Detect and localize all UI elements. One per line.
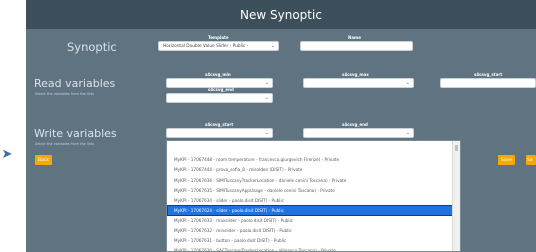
- read-variables-heading: Read variables: [34, 77, 116, 90]
- field-label-max: s4csvg_max: [342, 72, 369, 77]
- template-label: Template: [208, 35, 229, 40]
- field-label-start: s4csvg_start: [474, 72, 503, 77]
- dropdown-option[interactable]: MyKPI - 17067636 - SIMITuscanyTrackerLoc…: [168, 175, 453, 185]
- write-variables-subtitle: Select the variables from the lists: [35, 142, 94, 146]
- template-select-value: Horizontal Double Value Slider - Public …: [163, 43, 249, 49]
- field-label-min: s4csvg_min: [205, 72, 231, 77]
- variable-dropdown-list[interactable]: MyKPI - 17067448 - room temperature - fr…: [166, 140, 461, 252]
- write-label-start: s4csvg_start: [205, 122, 234, 127]
- max-select[interactable]: ⌄: [303, 78, 414, 88]
- read-variables-subtitle: Select the variables from the lists: [35, 92, 94, 96]
- field-label-end: s4csvg_end: [208, 87, 234, 92]
- dropdown-option[interactable]: MyKPI - 17067631 - button - paolo.disit …: [168, 236, 453, 246]
- dropdown-scrollbar[interactable]: [452, 141, 460, 251]
- dropdown-option[interactable]: MyKPI - 17067448 - room temperature - fr…: [168, 155, 453, 165]
- dropdown-option[interactable]: MyKPI - 17067632 - minslider - paolo.dis…: [168, 226, 453, 236]
- chevron-down-icon: ⌄: [270, 43, 275, 49]
- chevron-down-icon: ⌄: [264, 80, 269, 86]
- dropdown-option[interactable]: MyKPI - 17067630 - SACTuscanyTrackerLoca…: [168, 246, 453, 251]
- scrollbar-thumb[interactable]: [455, 145, 458, 151]
- name-input[interactable]: [300, 41, 413, 51]
- modal-title: New Synoptic: [26, 0, 536, 29]
- back-button[interactable]: Back: [35, 155, 52, 165]
- dropdown-option[interactable]: MyKPI - 17067634 - slider - paolo.disit …: [168, 195, 453, 205]
- dropdown-option[interactable]: MyKPI - 17067444 - prova_sofia_8 - misol…: [168, 165, 453, 175]
- chevron-down-icon: ⌄: [405, 80, 410, 86]
- write-label-end: s4csvg_end: [342, 122, 368, 127]
- chevron-down-icon: ⌄: [405, 130, 410, 136]
- write-end-select[interactable]: ⌄: [303, 128, 414, 138]
- arrow-bullet-icon: ➤: [1, 147, 13, 162]
- synoptic-heading: Synoptic: [67, 40, 117, 54]
- start-select[interactable]: [440, 78, 536, 88]
- dropdown-option[interactable]: MyKPI - 17067633 - maxslider - paolo.dis…: [168, 216, 453, 226]
- template-select[interactable]: Horizontal Double Value Slider - Public …: [158, 41, 279, 51]
- save-button-partial[interactable]: Sa: [526, 155, 536, 165]
- dropdown-option[interactable]: MyKPI - 17067624 - slider - paolo.disit …: [167, 204, 454, 217]
- chevron-down-icon: ⌄: [264, 95, 269, 101]
- write-variables-heading: Write variables: [34, 127, 117, 140]
- save-button[interactable]: Save: [498, 155, 515, 165]
- chevron-down-icon: ⌄: [264, 130, 269, 136]
- end-select[interactable]: ⌄: [166, 93, 273, 103]
- name-label: Name: [348, 35, 361, 40]
- dropdown-option[interactable]: MyKPI - 17067635 - SIMITuscanyAppUsage -…: [168, 185, 453, 195]
- write-start-select[interactable]: ⌄: [166, 128, 273, 138]
